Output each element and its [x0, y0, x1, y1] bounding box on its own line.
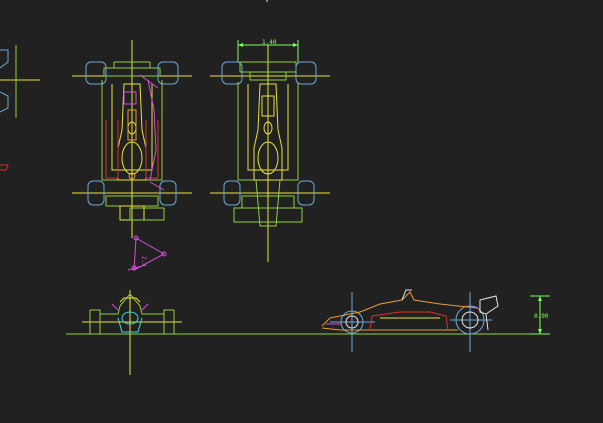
marker-label: 2.4: [140, 256, 147, 267]
cad-viewport[interactable]: 2.4 1.40 0.90: [0, 0, 603, 423]
rear-wing-height-dimension: 0.90: [534, 313, 549, 320]
front-track-dimension: 1.40: [262, 39, 277, 46]
